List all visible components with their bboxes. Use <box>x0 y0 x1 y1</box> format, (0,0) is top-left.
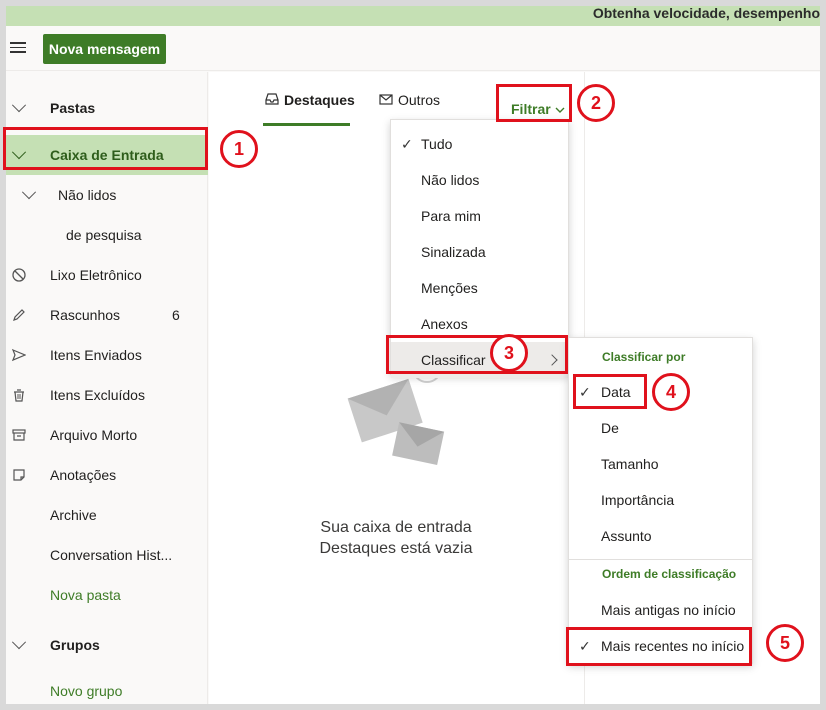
block-icon <box>12 268 26 282</box>
sort-by-from[interactable]: De <box>569 410 752 446</box>
sort-by-header: Classificar por <box>602 350 686 364</box>
new-group-label: Novo grupo <box>50 683 123 699</box>
menu-item-label: Para mim <box>421 208 481 224</box>
menu-divider <box>569 559 752 560</box>
sidebar-item-label: Anotações <box>50 467 117 483</box>
filter-item-unread[interactable]: Não lidos <box>391 162 568 198</box>
inbox-tray-icon <box>265 92 279 108</box>
sidebar-item-unread[interactable]: Não lidos <box>6 175 208 215</box>
sidebar-item-label: de pesquisa <box>66 227 142 243</box>
filter-item-mentions[interactable]: Menções <box>391 270 568 306</box>
sidebar-item-sent[interactable]: Itens Enviados <box>6 335 208 375</box>
sidebar-item-conversation-history[interactable]: Conversation Hist... <box>6 535 208 575</box>
menu-item-label: Mais antigas no início <box>601 602 736 618</box>
menu-item-label: Anexos <box>421 316 468 332</box>
annotation-number-3: 3 <box>490 334 528 372</box>
mail-icon <box>379 92 393 108</box>
groups-header-label: Grupos <box>50 637 100 653</box>
sidebar-item-label: Conversation Hist... <box>50 547 173 563</box>
chevron-down-icon <box>11 635 27 652</box>
tab-focused[interactable]: Destaques <box>265 92 355 108</box>
top-toolbar: Nova mensagem <box>6 26 820 71</box>
sidebar-item-junk[interactable]: Lixo Eletrônico <box>6 255 208 295</box>
sidebar-item-label: Itens Excluídos <box>50 387 145 403</box>
chevron-down-icon <box>11 98 27 115</box>
annotation-box-sort <box>386 335 568 374</box>
tab-other[interactable]: Outros <box>379 92 440 108</box>
sidebar-item-label: Itens Enviados <box>50 347 142 363</box>
menu-item-label: Tamanho <box>601 456 659 472</box>
promo-banner: Obtenha velocidade, desempenho <box>6 6 820 26</box>
sidebar-item-archive[interactable]: Archive <box>6 495 208 535</box>
menu-item-label: De <box>601 420 619 436</box>
menu-item-label: Não lidos <box>421 172 480 188</box>
chevron-down-icon <box>21 185 37 202</box>
menu-item-label: Menções <box>421 280 478 296</box>
sort-order-header: Ordem de classificação <box>602 567 737 581</box>
check-icon: ✓ <box>401 135 413 152</box>
new-folder-label: Nova pasta <box>50 587 121 603</box>
sidebar-item-drafts[interactable]: Rascunhos 6 <box>6 295 208 335</box>
sidebar-item-label: Archive <box>50 507 97 523</box>
hamburger-icon[interactable] <box>10 39 26 57</box>
annotation-box-filter <box>496 84 572 122</box>
filter-item-flagged[interactable]: Sinalizada <box>391 234 568 270</box>
pencil-icon <box>12 308 26 322</box>
sidebar-item-label: Arquivo Morto <box>50 427 138 443</box>
annotation-box-date <box>573 374 647 409</box>
sidebar-item-label: Lixo Eletrônico <box>50 267 142 283</box>
new-message-button[interactable]: Nova mensagem <box>43 34 166 64</box>
sidebar-item-search[interactable]: de pesquisa <box>6 215 208 255</box>
sort-by-size[interactable]: Tamanho <box>569 446 752 482</box>
sidebar-item-archive-pt[interactable]: Arquivo Morto <box>6 415 208 455</box>
annotation-box-newest <box>566 627 752 666</box>
annotation-number-2: 2 <box>577 84 615 122</box>
folders-header-label: Pastas <box>50 100 96 116</box>
drafts-count: 6 <box>172 307 180 323</box>
sidebar-item-notes[interactable]: Anotações <box>6 455 208 495</box>
annotation-number-1: 1 <box>220 130 258 168</box>
empty-state-line2: Destaques está vazia <box>319 540 473 557</box>
menu-item-label: Assunto <box>601 528 652 544</box>
annotation-box-inbox <box>3 127 208 170</box>
menu-item-label: Tudo <box>421 136 453 152</box>
tab-focused-label: Destaques <box>284 92 355 108</box>
filter-item-all[interactable]: ✓ Tudo <box>391 126 568 162</box>
note-icon <box>12 468 26 482</box>
empty-state-line1: Sua caixa de entrada <box>320 519 472 536</box>
filter-item-to-me[interactable]: Para mim <box>391 198 568 234</box>
sidebar-item-label: Não lidos <box>58 187 117 203</box>
groups-header[interactable]: Grupos <box>6 625 208 665</box>
annotation-number-4: 4 <box>652 373 690 411</box>
tab-other-label: Outros <box>398 92 441 108</box>
menu-item-label: Importância <box>601 492 675 508</box>
send-icon <box>12 348 26 362</box>
sort-order-oldest[interactable]: Mais antigas no início <box>569 592 752 628</box>
trash-icon <box>12 388 26 402</box>
sidebar-item-deleted[interactable]: Itens Excluídos <box>6 375 208 415</box>
banner-text: Obtenha velocidade, desempenho <box>592 6 820 21</box>
archive-icon <box>12 428 26 442</box>
sort-by-subject[interactable]: Assunto <box>569 518 752 554</box>
annotation-number-5: 5 <box>766 624 804 662</box>
sidebar-item-label: Rascunhos <box>50 307 121 323</box>
menu-item-label: Sinalizada <box>421 244 486 260</box>
empty-state-message: Sua caixa de entrada Destaques está vazi… <box>279 517 513 559</box>
new-group-link[interactable]: Novo grupo <box>6 671 208 704</box>
new-folder-link[interactable]: Nova pasta <box>6 575 208 615</box>
folders-header[interactable]: Pastas <box>6 88 208 128</box>
active-tab-indicator <box>263 123 350 126</box>
sort-by-importance[interactable]: Importância <box>569 482 752 518</box>
